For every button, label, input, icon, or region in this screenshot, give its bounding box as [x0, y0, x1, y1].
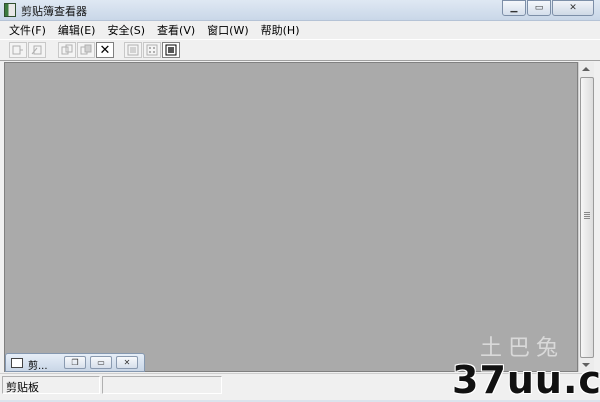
disconnect-button[interactable] — [28, 42, 46, 58]
connect-button[interactable] — [9, 42, 27, 58]
status-pane-secondary — [102, 376, 222, 394]
minimized-child-window[interactable]: 剪... ❐ ▭ ✕ — [5, 353, 145, 372]
share-icon — [61, 44, 73, 55]
restore-icon: ❐ — [71, 358, 79, 367]
window-title: 剪贴簿查看器 — [21, 5, 87, 18]
toolbar-group-share: ✕ — [58, 42, 115, 58]
scrollbar-thumb[interactable] — [580, 77, 594, 358]
stop-sharing-button[interactable] — [77, 42, 95, 58]
delete-icon: ✕ — [99, 42, 111, 58]
menu-edit[interactable]: 编辑(E) — [52, 22, 102, 38]
close-icon: ✕ — [123, 358, 131, 367]
preview-view-button[interactable] — [143, 42, 161, 58]
title-bar[interactable]: 剪贴簿查看器 ▁ ▭ ✕ — [0, 0, 600, 21]
child-window-title: 剪... — [28, 361, 48, 372]
delete-button[interactable]: ✕ — [96, 42, 114, 58]
status-text: 剪贴板 — [2, 376, 100, 394]
clipbook-viewer-window: 剪贴簿查看器 ▁ ▭ ✕ 文件(F) 编辑(E) 安全(S) 查看(V) 窗口(… — [0, 0, 600, 402]
child-restore-button[interactable]: ❐ — [64, 356, 86, 369]
page-view-button[interactable] — [162, 42, 180, 58]
close-icon: ✕ — [569, 3, 577, 13]
menu-view[interactable]: 查看(V) — [151, 22, 201, 38]
maximize-icon: ▭ — [534, 3, 544, 13]
menu-bar: 文件(F) 编辑(E) 安全(S) 查看(V) 窗口(W) 帮助(H) — [0, 21, 600, 39]
vertical-scrollbar[interactable] — [578, 62, 594, 372]
share-button[interactable] — [58, 42, 76, 58]
scroll-up-icon[interactable] — [582, 67, 590, 71]
watermark-site-logo: 37uu.cn — [452, 358, 600, 402]
list-view-icon — [127, 44, 139, 56]
caption-buttons: ▁ ▭ ✕ — [501, 0, 594, 17]
disconnect-icon — [31, 45, 42, 55]
close-button[interactable]: ✕ — [552, 0, 594, 16]
menu-security[interactable]: 安全(S) — [101, 22, 151, 38]
clipbook-app-icon[interactable] — [4, 3, 16, 17]
minimize-button[interactable]: ▁ — [502, 0, 526, 16]
grip-icon — [584, 212, 590, 219]
toolbar-group-connect — [9, 42, 47, 58]
minimize-icon: ▁ — [510, 3, 518, 13]
child-close-button[interactable]: ✕ — [116, 356, 138, 369]
menu-help[interactable]: 帮助(H) — [255, 22, 306, 38]
child-window-icon — [11, 358, 23, 368]
menu-window[interactable]: 窗口(W) — [201, 22, 254, 38]
toolbar: ✕ — [0, 39, 600, 61]
page-view-icon — [165, 44, 177, 56]
maximize-button[interactable]: ▭ — [527, 0, 551, 16]
maximize-icon: ▭ — [97, 358, 105, 367]
child-maximize-button[interactable]: ▭ — [90, 356, 112, 369]
connect-icon — [12, 45, 23, 55]
stop-sharing-icon — [80, 44, 92, 55]
preview-view-icon — [146, 44, 158, 56]
list-view-button[interactable] — [124, 42, 142, 58]
clipboard-content-area[interactable] — [4, 62, 578, 372]
toolbar-group-view — [124, 42, 181, 58]
menu-file[interactable]: 文件(F) — [3, 22, 52, 38]
